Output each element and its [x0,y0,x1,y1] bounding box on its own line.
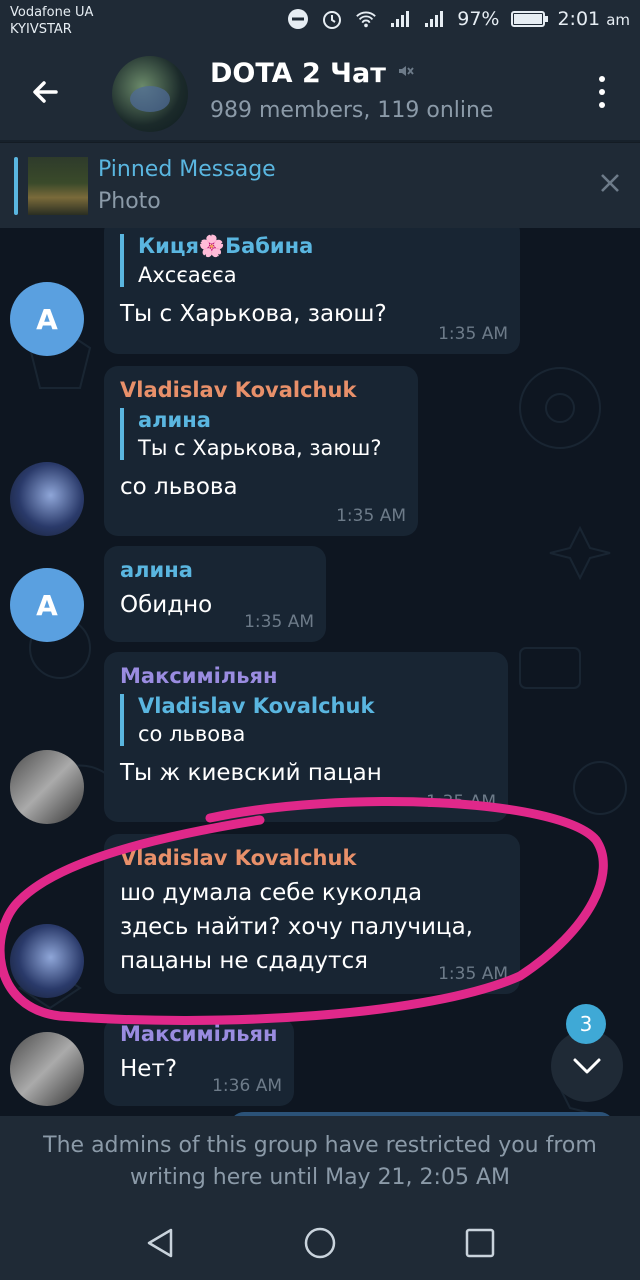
sender-name[interactable]: алина [120,558,310,582]
restricted-notice: The admins of this group have restricted… [0,1116,640,1206]
restricted-line2: writing here until May 21, 2:05 AM [130,1165,510,1190]
more-menu-button[interactable] [594,76,610,108]
carrier-line2: KYIVSTAR [10,22,72,37]
reply-text: Ахсєаєєа [138,263,237,287]
reply-quote[interactable]: алина Ты с Харькова, заюш? [120,408,402,460]
circle-home-icon [304,1227,336,1259]
carrier-line1: Vodafone UA [10,5,94,20]
dot-icon [599,102,605,108]
pinned-message-bar[interactable]: Pinned Message Photo [0,142,640,228]
chat-title-row[interactable]: DOTA 2 Чат [210,58,414,89]
message-time: 1:35 AM [336,506,406,526]
message-text: Ты ж киевский пацан [120,760,382,786]
reply-author: алина [138,408,211,432]
signal-icon-2 [423,8,445,30]
message-text: шо думала себе куколда здесь найти? хочу… [120,876,504,978]
chat-title: DOTA 2 Чат [210,58,386,89]
dot-icon [599,89,605,95]
message-time: 1:35 AM [426,792,496,812]
reply-text: Ты с Харькова, заюш? [138,436,382,460]
message-bubble[interactable]: Максимільян Нет? 1:36 AM [104,1018,294,1106]
message-text-line: шо думала себе куколда [120,880,423,906]
reply-author: Киця🌸Бабина [138,234,314,258]
dot-icon [599,76,605,82]
avatar-maksymilian[interactable] [10,1032,84,1106]
battery-icon [511,11,549,27]
message-time: 1:35 AM [438,324,508,344]
close-icon [601,174,619,192]
restricted-line1: The admins of this group have restricted… [43,1133,597,1158]
message-text: со львова [120,474,238,500]
nav-home-button[interactable] [303,1226,337,1260]
square-recents-icon [465,1228,495,1258]
clock-ampm: am [606,11,630,29]
message-bubble[interactable]: Vladislav Kovalchuk алина Ты с Харькова,… [104,366,418,536]
wifi-icon [355,8,377,30]
battery-percent: 97% [457,8,500,30]
status-bar: Vodafone UA KYIVSTAR 97% 2:01 am [0,0,640,44]
status-icons: 97% 2:01 am [287,8,630,30]
avatar-vladislav[interactable] [10,924,84,998]
members-count: 989 members, 119 online [210,98,494,123]
back-arrow-icon [33,81,58,103]
sender-name[interactable]: Vladislav Kovalchuk [120,846,504,870]
alarm-icon [321,8,343,30]
carrier-info: Vodafone UA KYIVSTAR [10,4,93,38]
unread-badge: 3 [566,1004,606,1044]
do-not-disturb-icon [287,8,309,30]
sender-name[interactable]: Максимільян [120,664,492,688]
reply-quote[interactable]: Vladislav Kovalchuk со львова [120,694,492,746]
muted-icon [396,62,414,85]
avatar-letter-a[interactable]: A [10,282,84,356]
pinned-thumbnail [28,157,88,215]
triangle-back-icon [147,1228,173,1258]
pinned-subtitle: Photo [98,189,161,214]
message-bubble[interactable]: Киця🌸Бабина Ахсєаєєа Ты с Харькова, заюш… [104,228,520,354]
message-time: 1:36 AM [212,1076,282,1096]
group-avatar[interactable] [112,56,188,132]
message-time: 1:35 AM [244,612,314,632]
clock: 2:01 [557,8,601,30]
close-pinned-button[interactable] [598,171,622,200]
avatar-vladislav[interactable] [10,462,84,536]
reply-text: со львова [138,722,246,746]
nav-back-button[interactable] [143,1226,177,1260]
back-button[interactable] [26,72,66,112]
signal-icon-1 [389,8,411,30]
avatar-maksymilian[interactable] [10,750,84,824]
message-time: 1:35 AM [438,964,508,984]
reply-quote[interactable]: Киця🌸Бабина Ахсєаєєа [120,234,504,287]
message-bubble[interactable]: алина Обидно 1:35 AM [104,546,326,642]
message-bubble[interactable]: Максимільян Vladislav Kovalchuk со львов… [104,652,508,822]
message-bubble[interactable]: Vladislav Kovalchuk шо думала себе кукол… [104,834,520,994]
message-text-line: здесь найти? хочу палучица, [120,914,473,940]
chevron-down-icon [573,1058,601,1074]
sender-name[interactable]: Максимільян [120,1022,278,1046]
reply-author: Vladislav Kovalchuk [138,694,375,718]
pinned-title: Pinned Message [98,157,276,182]
avatar-letter-a[interactable]: A [10,568,84,642]
message-list[interactable]: A Киця🌸Бабина Ахсєаєєа Ты с Харькова, за… [0,228,640,1118]
chat-header: DOTA 2 Чат 989 members, 119 online [0,44,640,140]
sender-name[interactable]: Vladislav Kovalchuk [120,378,402,402]
system-navigation-bar [0,1206,640,1280]
pinned-accent-bar [14,157,18,215]
nav-recents-button[interactable] [463,1226,497,1260]
